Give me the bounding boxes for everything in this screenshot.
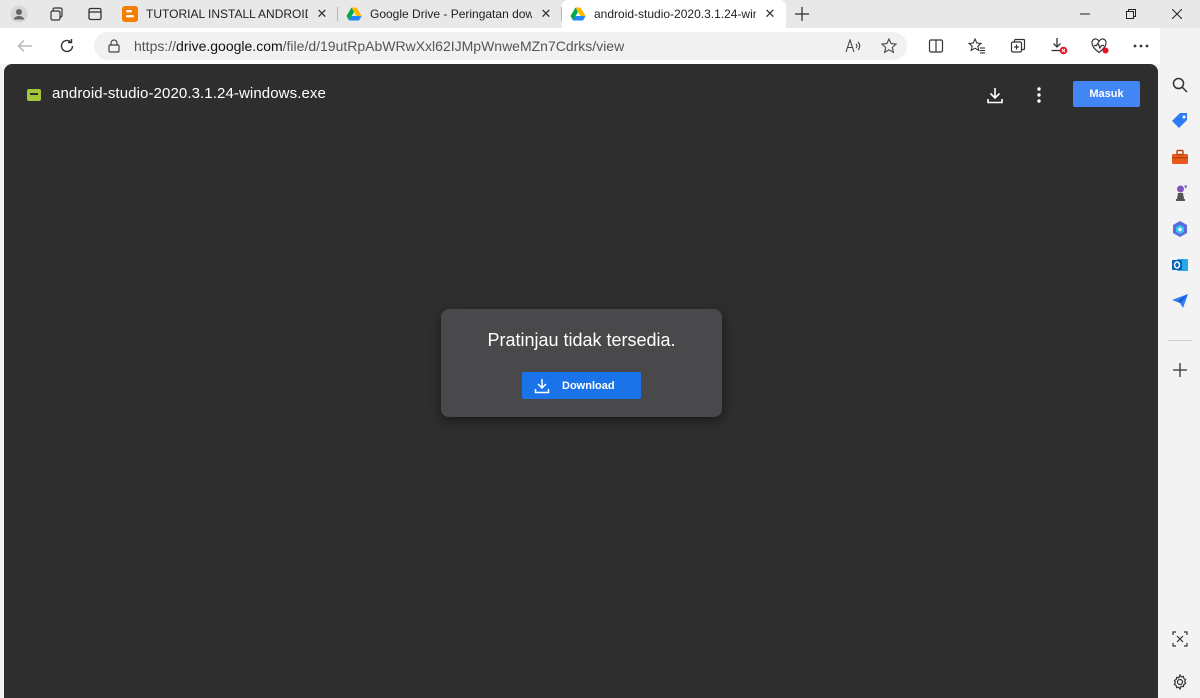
tab-actions-button[interactable] — [76, 0, 114, 28]
window-controls — [1062, 0, 1200, 28]
tab-actions-icon — [88, 7, 102, 21]
tab-drive-warning[interactable]: Google Drive - Peringatan download ✕ — [338, 0, 562, 28]
paper-plane-icon — [1172, 294, 1188, 308]
sidebar-outlook-button[interactable] — [1168, 253, 1192, 277]
edge-sidebar — [1160, 28, 1200, 698]
screenshot-icon — [1172, 631, 1188, 647]
outlook-icon — [1172, 259, 1188, 271]
tab-title: Google Drive - Peringatan download — [370, 7, 532, 21]
search-icon — [1172, 77, 1188, 93]
tab-title: android-studio-2020.3.1.24-windows.exe — [594, 7, 756, 21]
toolbox-icon — [1172, 149, 1188, 164]
download-icon — [987, 87, 1003, 103]
close-icon — [1172, 9, 1182, 19]
close-icon[interactable]: ✕ — [314, 6, 330, 22]
no-preview-card: Pratinjau tidak tersedia. Download — [441, 309, 722, 417]
settings-more-button[interactable] — [1120, 28, 1161, 64]
url-path: /file/d/19utRpAbWRwXxl62IJMpWnweMZn7Cdrk… — [282, 38, 625, 54]
heart-pulse-icon — [1090, 38, 1108, 54]
preview-unavailable-message: Pratinjau tidak tersedia. — [487, 330, 676, 350]
sidebar-settings-button[interactable] — [1168, 670, 1192, 694]
browser-toolbar — [915, 28, 1200, 64]
sidebar-search-button[interactable] — [1168, 73, 1192, 97]
close-icon[interactable]: ✕ — [762, 6, 778, 22]
tab-tutorial[interactable]: TUTORIAL INSTALL ANDROID STUDIO ✕ — [114, 0, 338, 28]
read-aloud-icon[interactable] — [835, 39, 871, 53]
browser-essentials-button[interactable] — [1079, 28, 1120, 64]
more-horizontal-icon — [1133, 44, 1148, 48]
more-options-button[interactable] — [1027, 83, 1051, 107]
collections-icon — [1010, 38, 1025, 53]
viewer-header: android-studio-2020.3.1.24-windows.exe M… — [4, 64, 1158, 126]
address-bar-row: https://drive.google.com/file/d/19utRpAb… — [0, 28, 1200, 64]
tab-strip: TUTORIAL INSTALL ANDROID STUDIO ✕ Google… — [0, 0, 1200, 28]
drive-file-viewer: android-studio-2020.3.1.24-windows.exe M… — [4, 64, 1158, 698]
restore-button[interactable] — [1108, 0, 1154, 28]
close-window-button[interactable] — [1154, 0, 1200, 28]
microsoft-365-icon — [1173, 221, 1187, 237]
collections-button[interactable] — [997, 28, 1038, 64]
back-button[interactable] — [7, 28, 43, 64]
split-screen-icon — [928, 39, 943, 53]
address-bar[interactable]: https://drive.google.com/file/d/19utRpAb… — [94, 32, 907, 60]
download-button[interactable]: Download — [522, 372, 641, 399]
download-label: Download — [562, 379, 615, 392]
downloads-button[interactable] — [1038, 28, 1079, 64]
workspaces-icon — [50, 7, 63, 21]
google-drive-icon — [570, 7, 586, 21]
plus-icon — [1173, 363, 1187, 377]
back-arrow-icon — [17, 40, 32, 52]
file-name: android-studio-2020.3.1.24-windows.exe — [52, 85, 326, 102]
profile-icon — [10, 5, 28, 23]
tab-android-studio[interactable]: android-studio-2020.3.1.24-windows.exe ✕ — [562, 0, 786, 28]
minimize-icon — [1080, 13, 1090, 15]
favorites-button[interactable] — [956, 28, 997, 64]
sidebar-add-button[interactable] — [1168, 358, 1192, 382]
new-tab-button[interactable] — [786, 0, 818, 28]
header-download-button[interactable] — [983, 83, 1007, 107]
close-icon[interactable]: ✕ — [538, 6, 554, 22]
url-text[interactable]: https://drive.google.com/file/d/19utRpAb… — [134, 38, 835, 54]
sign-in-button[interactable]: Masuk — [1073, 81, 1140, 107]
sidebar-tools-button[interactable] — [1168, 145, 1192, 169]
blogger-icon — [122, 6, 138, 22]
split-screen-button[interactable] — [915, 28, 956, 64]
lock-icon[interactable] — [94, 39, 134, 53]
url-prefix: https:// — [134, 38, 177, 54]
google-drive-icon — [346, 7, 362, 21]
chess-piece-icon — [1176, 185, 1187, 201]
sidebar-screenshot-button[interactable] — [1168, 627, 1192, 651]
url-domain: drive.google.com — [176, 38, 283, 54]
sidebar-divider — [1168, 340, 1192, 341]
workspaces-button[interactable] — [38, 0, 76, 28]
sidebar-m365-button[interactable] — [1168, 217, 1192, 241]
sidebar-games-button[interactable] — [1168, 181, 1192, 205]
download-icon — [530, 378, 554, 394]
refresh-button[interactable] — [49, 28, 85, 64]
gear-icon — [1173, 674, 1187, 690]
minimize-button[interactable] — [1062, 0, 1108, 28]
sidebar-drop-button[interactable] — [1168, 289, 1192, 313]
more-vertical-icon — [1037, 87, 1041, 103]
profile-button[interactable] — [0, 0, 38, 28]
plus-icon — [795, 7, 809, 21]
download-icon — [1051, 38, 1067, 55]
executable-file-icon — [27, 89, 41, 101]
tab-title: TUTORIAL INSTALL ANDROID STUDIO — [146, 7, 308, 21]
favorites-icon — [967, 38, 985, 54]
restore-icon — [1126, 9, 1136, 19]
shopping-tag-icon — [1172, 113, 1187, 128]
favorite-star-icon[interactable] — [871, 38, 907, 54]
sidebar-shopping-button[interactable] — [1168, 109, 1192, 133]
refresh-icon — [60, 39, 74, 53]
